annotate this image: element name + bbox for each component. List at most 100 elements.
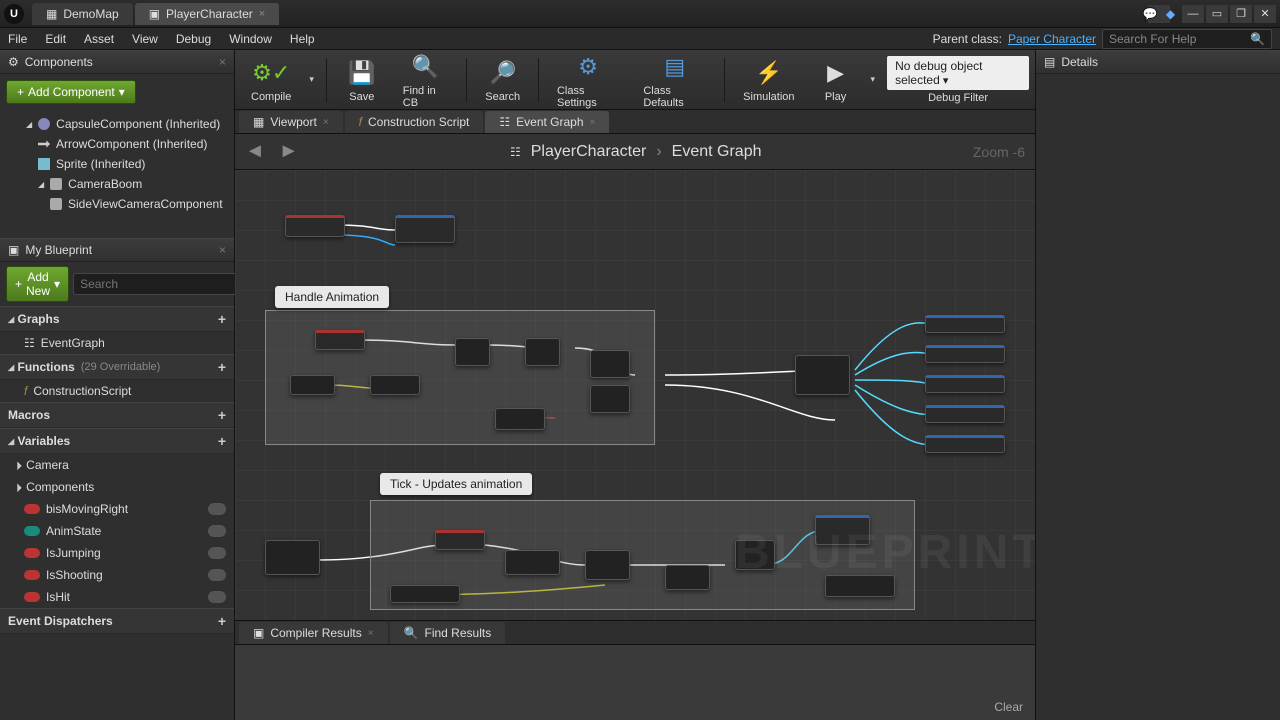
dropdown-icon[interactable]: ▾ xyxy=(867,74,880,85)
graph-node[interactable] xyxy=(370,375,420,395)
blueprint-search-input[interactable] xyxy=(73,273,242,295)
graph-node[interactable] xyxy=(585,550,630,580)
nav-forward-button[interactable]: ► xyxy=(279,140,299,163)
variable-item[interactable]: AnimState xyxy=(0,520,234,542)
play-button[interactable]: ▶Play xyxy=(809,55,863,105)
graph-node[interactable] xyxy=(925,435,1005,453)
class-settings-button[interactable]: ⚙Class Settings xyxy=(547,49,629,111)
category-functions[interactable]: ◢ Functions(29 Overridable)+ xyxy=(0,354,234,380)
find-in-cb-button[interactable]: 🔍Find in CB xyxy=(393,49,459,111)
simulation-button[interactable]: ⚡Simulation xyxy=(733,55,804,105)
close-icon[interactable]: × xyxy=(219,55,226,69)
graph-node[interactable] xyxy=(825,575,895,597)
close-icon[interactable]: × xyxy=(323,117,329,128)
graph-node[interactable] xyxy=(590,385,630,413)
graph-node[interactable] xyxy=(455,338,490,366)
add-icon[interactable]: + xyxy=(218,311,226,327)
event-graph-canvas[interactable]: Handle Animation Tick - Updates animatio… xyxy=(235,170,1035,620)
menu-debug[interactable]: Debug xyxy=(176,32,211,46)
function-item[interactable]: fConstructionScript xyxy=(0,380,234,402)
help-search-input[interactable]: Search For Help 🔍 xyxy=(1102,29,1272,49)
comment-label[interactable]: Tick - Updates animation xyxy=(380,473,532,495)
graph-node[interactable] xyxy=(435,530,485,550)
search-button[interactable]: 🔎Search xyxy=(475,55,530,105)
source-control-icon[interactable]: ◆ xyxy=(1166,7,1175,21)
close-window-button[interactable]: ✕ xyxy=(1254,5,1276,23)
myblueprint-panel-header[interactable]: ▣ My Blueprint × xyxy=(0,238,234,262)
close-icon[interactable]: × xyxy=(219,243,226,257)
comment-label[interactable]: Handle Animation xyxy=(275,286,389,308)
breadcrumb-leaf[interactable]: Event Graph xyxy=(672,143,762,161)
graph-node[interactable] xyxy=(495,408,545,430)
graph-node[interactable] xyxy=(925,345,1005,363)
save-button[interactable]: 💾Save xyxy=(335,55,389,105)
parent-class-link[interactable]: Paper Character xyxy=(1008,32,1096,46)
minimize-button[interactable]: — xyxy=(1182,5,1204,23)
variable-item[interactable]: IsShooting xyxy=(0,564,234,586)
variable-item[interactable]: IsHit xyxy=(0,586,234,608)
tab-demomap[interactable]: ▦ DemoMap xyxy=(32,3,133,25)
graph-node[interactable] xyxy=(290,375,335,395)
clear-button[interactable]: Clear xyxy=(994,700,1023,714)
category-graphs[interactable]: ◢ Graphs+ xyxy=(0,306,234,332)
visibility-icon[interactable] xyxy=(208,547,226,559)
add-icon[interactable]: + xyxy=(218,407,226,423)
graph-node[interactable] xyxy=(925,375,1005,393)
expand-icon[interactable]: ◢ xyxy=(38,180,44,189)
tab-compiler-results[interactable]: ▣Compiler Results× xyxy=(239,622,388,644)
graph-node[interactable] xyxy=(735,540,775,570)
graph-node[interactable] xyxy=(395,215,455,243)
category-macros[interactable]: Macros+ xyxy=(0,402,234,428)
component-item[interactable]: SideViewCameraComponent xyxy=(2,194,232,214)
visibility-icon[interactable] xyxy=(208,591,226,603)
variable-group[interactable]: ◢Components xyxy=(0,476,234,498)
graph-node[interactable] xyxy=(315,330,365,350)
graph-node[interactable] xyxy=(525,338,560,366)
variable-item[interactable]: bisMovingRight xyxy=(0,498,234,520)
restore-button[interactable]: ▭ xyxy=(1206,5,1228,23)
graph-node[interactable] xyxy=(925,405,1005,423)
nav-back-button[interactable]: ◄ xyxy=(245,140,265,163)
components-panel-header[interactable]: ⚙ Components × xyxy=(0,50,234,74)
graph-node[interactable] xyxy=(925,315,1005,333)
expand-icon[interactable]: ◢ xyxy=(26,120,32,129)
graph-node[interactable] xyxy=(665,565,710,590)
component-item[interactable]: ◢CameraBoom xyxy=(2,174,232,194)
menu-file[interactable]: File xyxy=(8,32,27,46)
visibility-icon[interactable] xyxy=(208,525,226,537)
category-variables[interactable]: ◢ Variables+ xyxy=(0,428,234,454)
debug-object-combo[interactable]: No debug object selected ▾ xyxy=(887,56,1029,90)
close-icon[interactable]: × xyxy=(590,117,596,128)
menu-edit[interactable]: Edit xyxy=(45,32,66,46)
add-new-button[interactable]: + Add New ▾ xyxy=(6,266,69,302)
component-item[interactable]: ArrowComponent (Inherited) xyxy=(2,134,232,154)
visibility-icon[interactable] xyxy=(208,503,226,515)
graph-node[interactable] xyxy=(795,355,850,395)
add-icon[interactable]: + xyxy=(218,359,226,375)
graph-node[interactable] xyxy=(815,515,870,545)
close-icon[interactable]: × xyxy=(368,628,374,639)
graph-node[interactable] xyxy=(505,550,560,575)
menu-asset[interactable]: Asset xyxy=(84,32,114,46)
variable-group[interactable]: ◢Camera xyxy=(0,454,234,476)
chat-icon[interactable]: 💬 xyxy=(1143,7,1158,21)
graph-node[interactable] xyxy=(265,540,320,575)
add-component-button[interactable]: + Add Component ▾ xyxy=(6,80,136,104)
breadcrumb-root[interactable]: PlayerCharacter xyxy=(531,143,647,161)
add-icon[interactable]: + xyxy=(218,433,226,449)
menu-window[interactable]: Window xyxy=(229,32,272,46)
menu-view[interactable]: View xyxy=(132,32,158,46)
tab-construction-script[interactable]: fConstruction Script xyxy=(345,111,484,133)
variable-item[interactable]: IsJumping xyxy=(0,542,234,564)
graph-node[interactable] xyxy=(285,215,345,237)
component-item[interactable]: Sprite (Inherited) xyxy=(2,154,232,174)
close-icon[interactable]: × xyxy=(259,8,265,20)
tab-find-results[interactable]: 🔍Find Results xyxy=(390,622,506,644)
graph-item[interactable]: ☷EventGraph xyxy=(0,332,234,354)
component-item[interactable]: ◢CapsuleComponent (Inherited) xyxy=(2,114,232,134)
class-defaults-button[interactable]: ▤Class Defaults xyxy=(633,49,716,111)
graph-node[interactable] xyxy=(390,585,460,603)
category-dispatchers[interactable]: Event Dispatchers+ xyxy=(0,608,234,634)
tab-viewport[interactable]: ▦Viewport× xyxy=(239,111,343,133)
tab-playercharacter[interactable]: ▣ PlayerCharacter × xyxy=(135,3,279,25)
